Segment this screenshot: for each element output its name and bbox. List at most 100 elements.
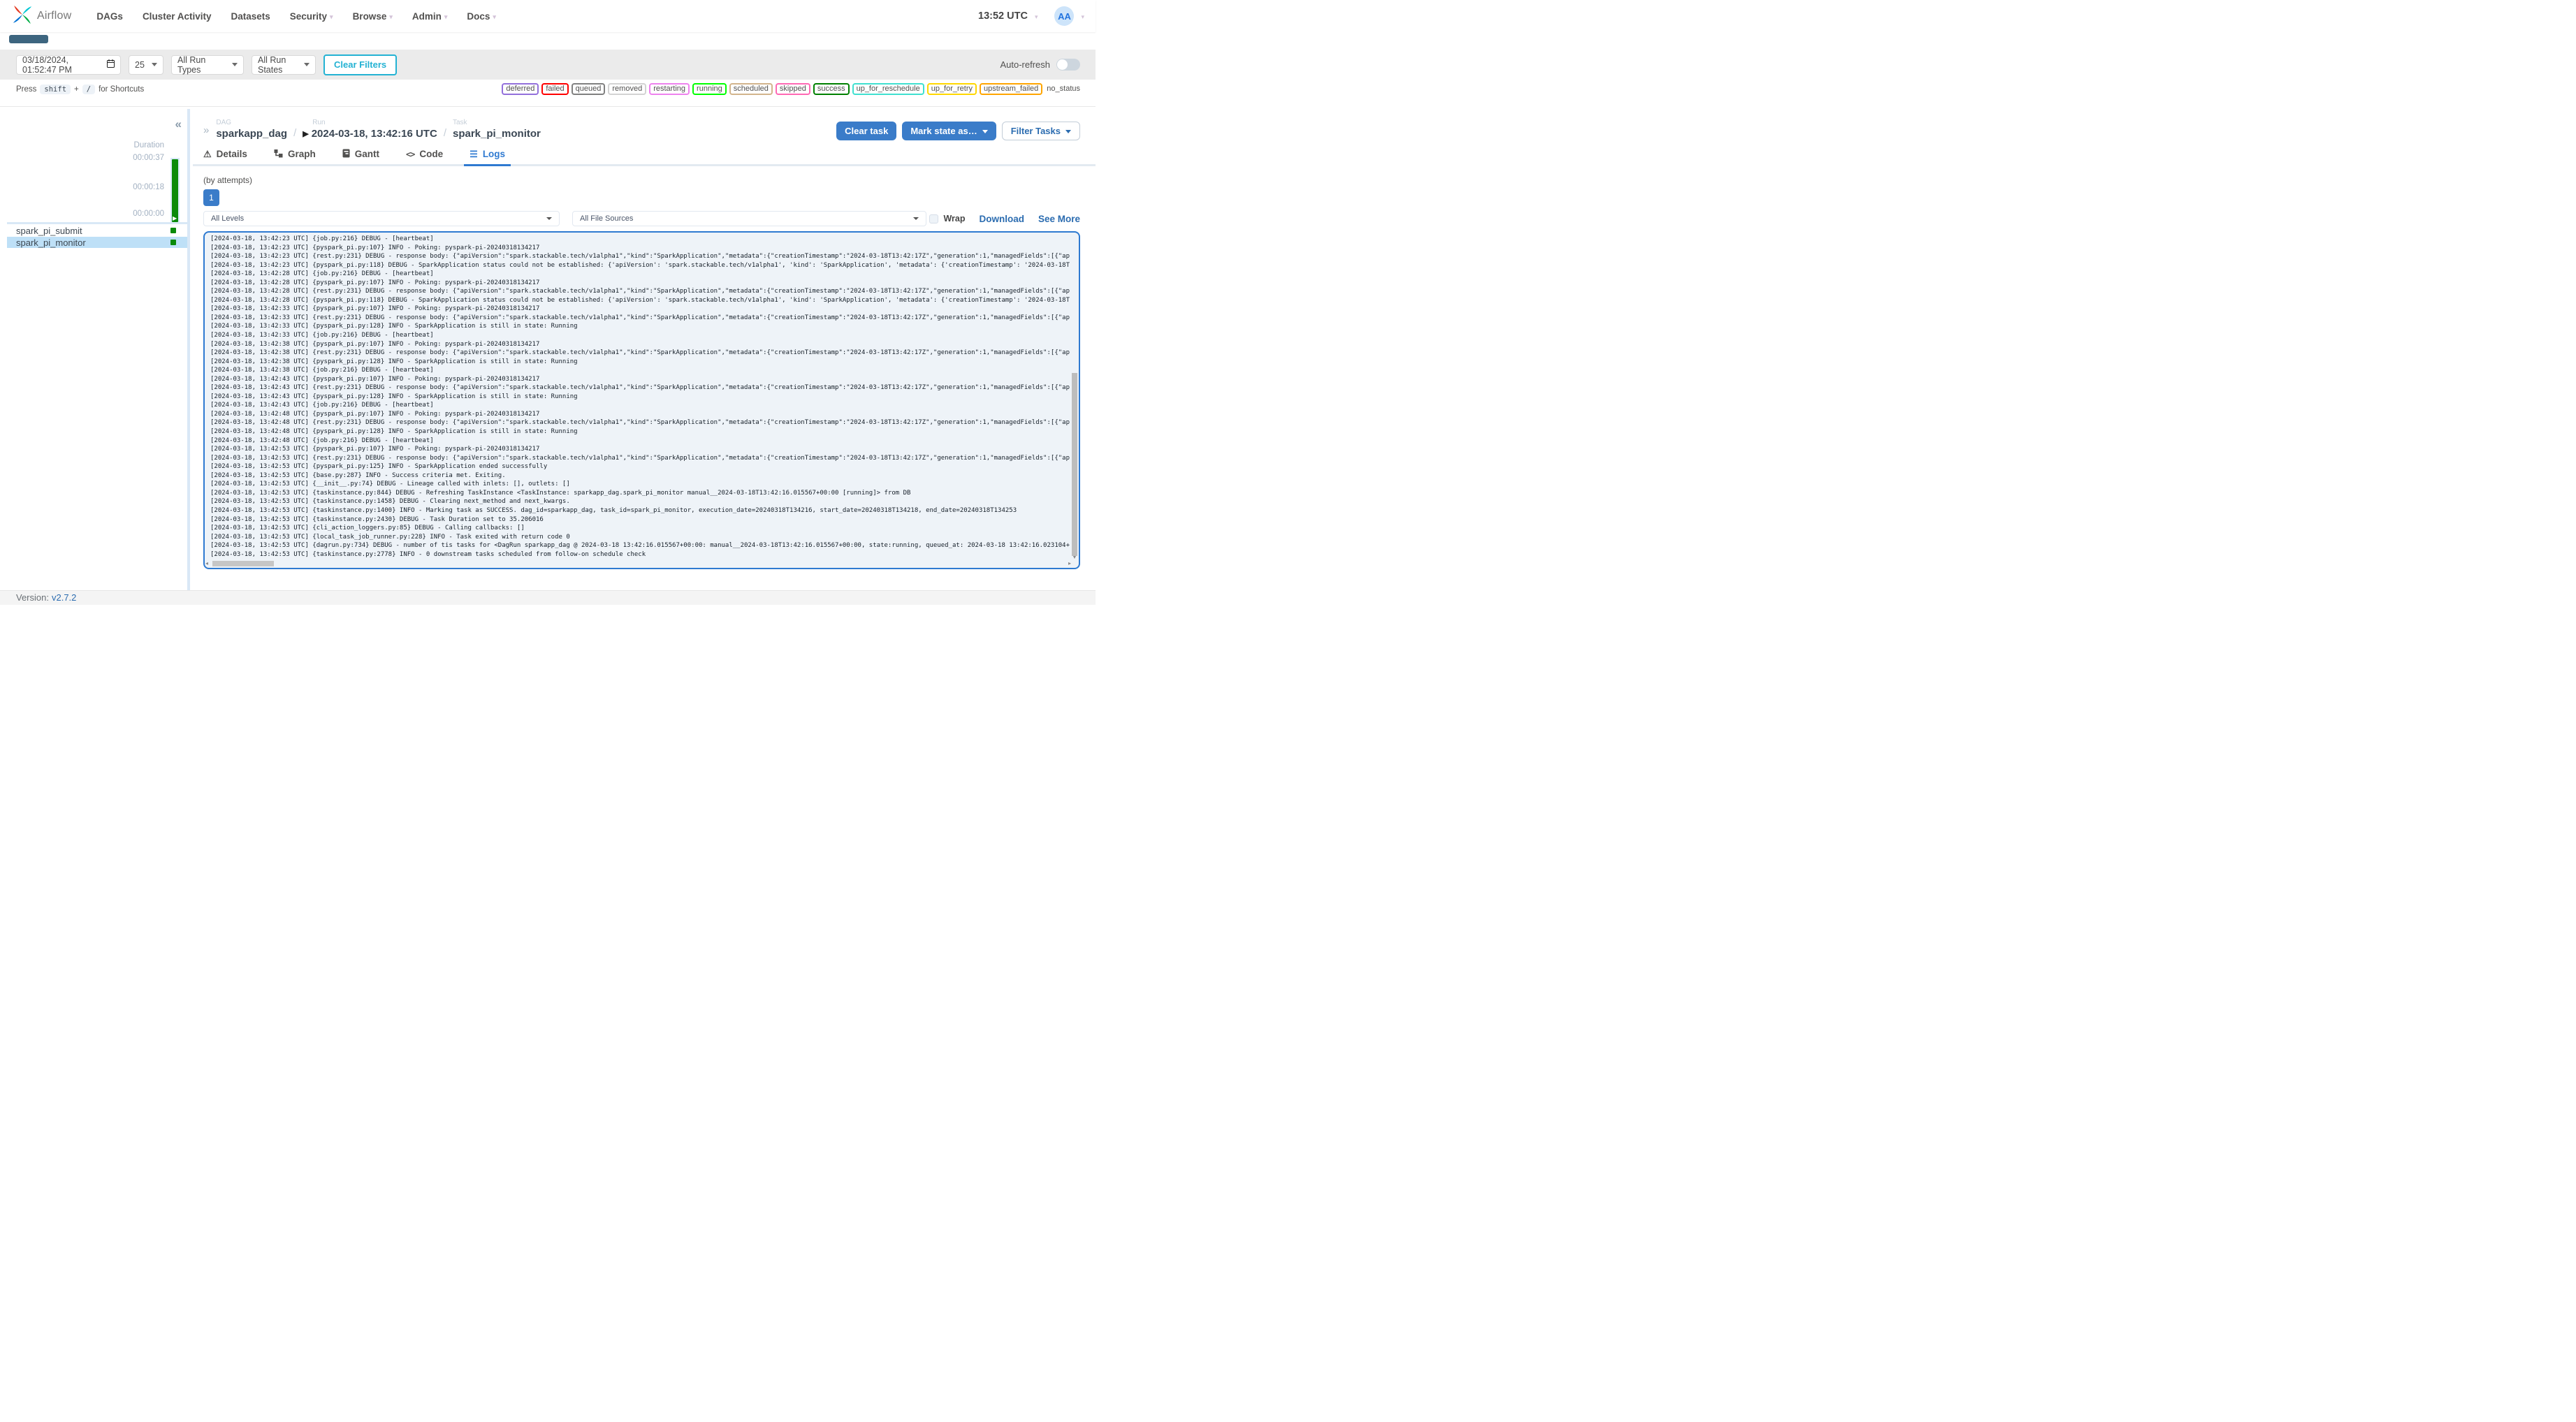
attempt-1-button[interactable]: 1	[203, 189, 219, 206]
nav-item-dags[interactable]: DAGs	[96, 11, 123, 22]
utc-clock[interactable]: 13:52 UTC	[978, 10, 1028, 22]
task-label: Task	[452, 119, 467, 126]
download-link[interactable]: Download	[979, 214, 1024, 224]
nav-item-docs[interactable]: Docs ▾	[467, 11, 496, 22]
log-line: [2024-03-18, 13:42:53 UTC] {taskinstance…	[210, 515, 544, 523]
nav-item-label: Security	[289, 10, 328, 22]
dag-value[interactable]: sparkapp_dag	[216, 128, 287, 140]
dag-run-duration-bar[interactable]: ▶	[172, 159, 178, 222]
breadcrumb-task[interactable]: Task spark_pi_monitor	[453, 119, 541, 140]
version-link[interactable]: v2.7.2	[52, 591, 76, 605]
task-state-square[interactable]	[170, 240, 176, 245]
run-types-select[interactable]: All Run Types	[171, 54, 244, 75]
horizontal-scrollbar[interactable]: ◂ ▸	[205, 560, 1071, 567]
see-more-link[interactable]: See More	[1038, 214, 1080, 224]
tab-label: Logs	[482, 149, 506, 159]
horizontal-scrollbar-thumb[interactable]	[212, 561, 274, 566]
state-badge-no_status[interactable]: no_status	[1045, 83, 1080, 95]
nav-item-datasets[interactable]: Datasets	[231, 11, 270, 22]
mark-state-label: Mark state as…	[910, 126, 977, 136]
vertical-scrollbar-thumb[interactable]	[1072, 373, 1077, 556]
log-line: [2024-03-18, 13:42:43 UTC] {job.py:216} …	[210, 402, 434, 409]
state-badge-running[interactable]: running	[692, 83, 727, 95]
collapse-panel-icon[interactable]: «	[175, 117, 182, 131]
page-size-select[interactable]: 25	[129, 54, 163, 75]
chevron-down-icon: ▾	[389, 13, 393, 20]
clock-chevron-down-icon[interactable]: ▾	[1035, 13, 1038, 21]
state-badge-up_for_reschedule[interactable]: up_for_reschedule	[852, 83, 924, 95]
state-badge-queued[interactable]: queued	[571, 83, 606, 95]
state-badge-scheduled[interactable]: scheduled	[729, 83, 773, 95]
tab-graph[interactable]: Graph	[274, 149, 316, 164]
log-line: [2024-03-18, 13:42:28 UTC] {job.py:216} …	[210, 270, 434, 278]
tab-logs[interactable]: ☰ Logs	[464, 149, 511, 166]
log-line: [2024-03-18, 13:42:53 UTC] {cli_action_l…	[210, 525, 525, 532]
manual-trigger-icon: ▶	[303, 130, 309, 138]
vertical-scrollbar[interactable]: ▼	[1071, 233, 1078, 560]
breadcrumb: » DAG sparkapp_dag / Run ▶ 2024-03-18, 13…	[203, 119, 1080, 140]
divider	[0, 106, 1096, 107]
auto-refresh-toggle[interactable]	[1056, 59, 1080, 71]
breadcrumb-run[interactable]: Run ▶ 2024-03-18, 13:42:16 UTC	[303, 119, 437, 140]
log-line: [2024-03-18, 13:42:53 UTC] {__init__.py:…	[210, 481, 570, 488]
log-line: [2024-03-18, 13:42:53 UTC] {pyspark_pi.p…	[210, 446, 540, 453]
clear-task-button[interactable]: Clear task	[836, 122, 897, 140]
breadcrumb-separator: /	[443, 127, 446, 139]
auto-refresh-label: Auto-refresh	[1000, 59, 1050, 70]
tab-details[interactable]: ⚠ Details	[203, 149, 247, 164]
tab-label: Gantt	[354, 149, 379, 159]
task-row-spark-pi-monitor[interactable]: spark_pi_monitor	[7, 237, 187, 248]
task-row-spark-pi-submit[interactable]: spark_pi_submit	[7, 225, 187, 236]
graph-icon	[274, 149, 283, 159]
state-badge-restarting[interactable]: restarting	[649, 83, 690, 95]
file-source-value: All File Sources	[580, 214, 634, 223]
calendar-icon[interactable]	[107, 59, 115, 70]
breadcrumb-dag[interactable]: DAG sparkapp_dag	[216, 119, 287, 140]
log-line: [2024-03-18, 13:42:38 UTC] {job.py:216} …	[210, 367, 434, 374]
task-value[interactable]: spark_pi_monitor	[453, 128, 541, 140]
tab-label: Graph	[287, 149, 316, 159]
brand-name: Airflow	[37, 10, 72, 22]
meta-row: Press shift + / for Shortcuts deferred fa…	[16, 83, 1080, 95]
run-value[interactable]: 2024-03-18, 13:42:16 UTC	[312, 128, 437, 140]
run-states-select[interactable]: All Run States	[252, 54, 316, 75]
log-line: [2024-03-18, 13:42:23 UTC] {pyspark_pi.p…	[210, 244, 540, 251]
expand-panel-icon[interactable]: »	[203, 124, 209, 136]
airflow-brand[interactable]: Airflow	[13, 5, 71, 28]
task-name: spark_pi_monitor	[16, 237, 86, 248]
log-toolbar: All Levels All File Sources Wrap Downloa…	[203, 211, 1080, 226]
duration-tick: 00:00:00	[133, 210, 164, 218]
avatar[interactable]: AA	[1054, 6, 1075, 26]
wrap-checkbox[interactable]	[929, 214, 939, 223]
state-badge-upstream_failed[interactable]: upstream_failed	[980, 83, 1043, 95]
log-line: [2024-03-18, 13:42:23 UTC] {pyspark_pi.p…	[210, 261, 1070, 269]
clear-filters-button[interactable]: Clear Filters	[323, 54, 398, 75]
user-chevron-down-icon[interactable]: ▾	[1081, 13, 1084, 21]
state-badge-skipped[interactable]: skipped	[775, 83, 810, 95]
scroll-down-arrow-icon[interactable]: ▼	[1071, 555, 1078, 560]
log-level-select[interactable]: All Levels	[203, 211, 560, 226]
version-label: Version:	[16, 592, 49, 603]
scroll-right-arrow-icon[interactable]: ▸	[1068, 560, 1071, 567]
nav-item-cluster-activity[interactable]: Cluster Activity	[143, 11, 212, 22]
base-date-input[interactable]: 03/18/2024, 01:52:47 PM	[16, 54, 121, 75]
log-lines-icon: ☰	[470, 149, 478, 159]
task-state-square[interactable]	[170, 228, 176, 233]
airflow-logo-icon	[13, 5, 32, 28]
file-source-select[interactable]: All File Sources	[572, 211, 926, 226]
state-badge-up_for_retry[interactable]: up_for_retry	[926, 83, 977, 95]
state-badge-failed[interactable]: failed	[541, 83, 569, 95]
tab-code[interactable]: <> Code	[406, 149, 443, 164]
nav-item-browse[interactable]: Browse ▾	[353, 11, 393, 22]
filter-tasks-button[interactable]: Filter Tasks	[1001, 122, 1080, 140]
state-badge-success[interactable]: success	[813, 83, 850, 95]
nav-item-security[interactable]: Security ▾	[290, 11, 333, 22]
mark-state-button[interactable]: Mark state as…	[902, 122, 996, 140]
state-badge-removed[interactable]: removed	[608, 83, 647, 95]
nav-item-admin[interactable]: Admin ▾	[412, 11, 448, 22]
log-panel: [2024-03-18, 13:42:23 UTC] {job.py:216} …	[203, 231, 1080, 569]
scroll-left-arrow-icon[interactable]: ◂	[205, 560, 208, 567]
state-badge-deferred[interactable]: deferred	[502, 83, 539, 95]
slash-key: /	[82, 84, 96, 94]
tab-gantt[interactable]: Gantt	[342, 149, 379, 164]
